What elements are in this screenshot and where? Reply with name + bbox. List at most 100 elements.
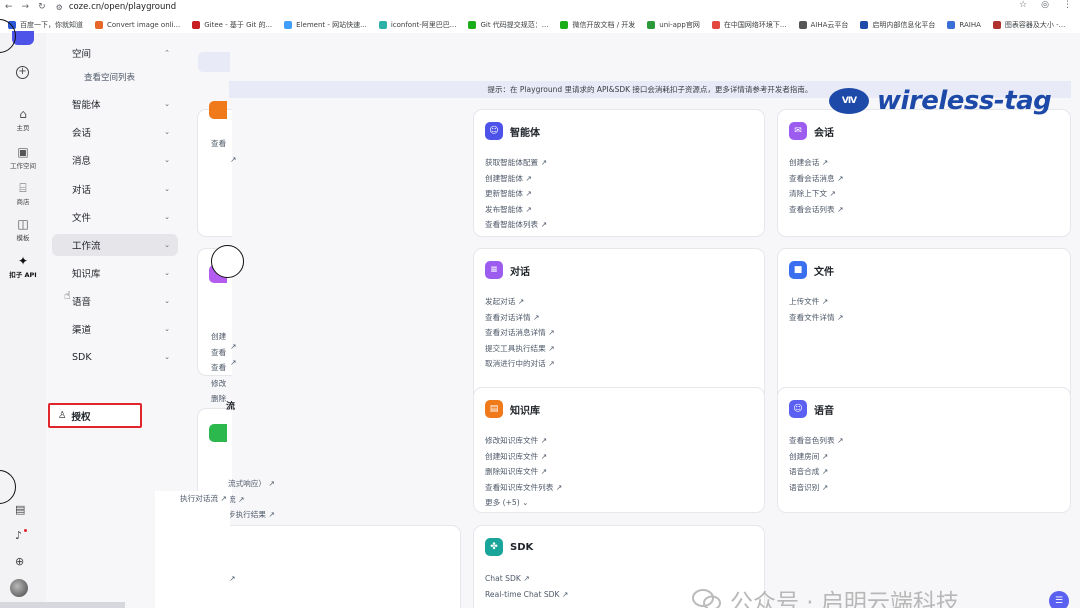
sidebar-item[interactable]: 工作流 ⌄ [52, 234, 178, 256]
more-menu-icon[interactable]: ⋮ [1063, 0, 1072, 10]
card-link[interactable]: 创建房间 ↗ [789, 449, 843, 465]
card-header: ≡ 对话 [485, 261, 530, 279]
card-link[interactable]: 清除上下文 ↗ [789, 186, 843, 202]
card-link[interactable]: 发布智能体 ↗ [485, 202, 547, 218]
profile-icon[interactable]: ◎ [1041, 0, 1049, 10]
bookmark-item[interactable]: Git 代码提交规范：... [468, 20, 548, 30]
card-link[interactable]: 语音识别 ↗ [789, 480, 843, 496]
sidebar-item[interactable]: 会话 ⌄ [52, 121, 178, 143]
card-link[interactable]: 发起对话 ↗ [485, 294, 555, 310]
card-link[interactable]: 查看会话列表 ↗ [789, 202, 843, 218]
bookmark-favicon-icon [284, 20, 293, 29]
card-link-partial[interactable]: 查看 [211, 360, 226, 376]
card-link-partial[interactable]: 修改 [211, 376, 226, 392]
bookmark-favicon-icon [95, 20, 103, 29]
card-link-partial[interactable]: 流式响应） ↗ [228, 476, 275, 492]
card-link-partial[interactable]: ↗ [230, 152, 236, 168]
card-link[interactable]: 更多 (+5) ⌄ [485, 495, 562, 511]
sidebar-item[interactable]: 消息 ⌄ [52, 149, 178, 171]
card-link[interactable]: 更新智能体 ↗ [485, 186, 547, 202]
bookmark-item[interactable]: AIHA云平台 [798, 20, 848, 30]
card-link[interactable]: 删除知识库文件 ↗ [485, 464, 562, 480]
card-link[interactable]: 获取智能体配置 ↗ [485, 155, 547, 171]
card-link-arrow-icon[interactable]: ↗ [230, 355, 236, 371]
sidebar-item[interactable]: 对话 ⌄ [52, 178, 178, 200]
sidebar-item[interactable]: 文件 ⌄ [52, 206, 178, 228]
card-link[interactable]: 查看知识库文件列表 ↗ [485, 480, 562, 496]
card-link[interactable]: 提交工具执行结果 ↗ [485, 341, 555, 357]
sidebar-item-label: 知识库 [72, 269, 101, 280]
card-link-partial[interactable]: 步执行结果 ↗ [228, 507, 275, 523]
card-link-partial[interactable]: 创建 [211, 329, 226, 345]
card-link[interactable]: 查看智能体列表 ↗ [485, 217, 547, 233]
bookmark-item[interactable]: 微信开放文档 / 开发 [560, 20, 635, 30]
bookmark-item[interactable]: uni-app官网 [647, 20, 700, 30]
nav-controls: ← → ↻ [0, 2, 46, 12]
sidebar-item[interactable]: 查看空间列表 [52, 66, 178, 88]
card-link-arrow-icon[interactable]: ↗ [230, 339, 236, 355]
logo-text: wireless-tag [877, 86, 1052, 116]
bookmark-item[interactable]: 启明内部信息化平台 [860, 20, 935, 30]
sidebar-item[interactable]: 智能体 ⌄ [52, 93, 178, 115]
card-link[interactable]: 修改知识库文件 ↗ [485, 433, 562, 449]
card-link[interactable]: 取消进行中的对话 ↗ [485, 356, 555, 372]
bookmark-item[interactable]: 百度一下，你就知道 [8, 20, 83, 30]
back-icon[interactable]: ← [5, 2, 13, 12]
card-link[interactable]: 查看音色列表 ↗ [789, 433, 843, 449]
bookmark-item[interactable]: Gitee - 基于 Git 的... [192, 20, 272, 30]
card-link-partial[interactable]: 查看 [211, 345, 226, 361]
card-link[interactable]: 创建智能体 ↗ [485, 171, 547, 187]
bookmark-item[interactable]: RAIHA [947, 20, 981, 29]
tab-pill[interactable] [198, 52, 230, 72]
url-field[interactable]: coze.cn/open/playground [69, 2, 176, 12]
bookmark-item[interactable]: 在中国网络环境下... [711, 20, 787, 30]
forward-icon[interactable]: → [22, 2, 30, 12]
card-header: ✉ 会话 [789, 122, 834, 140]
chat-help-button[interactable]: ☰ [1049, 591, 1069, 608]
sidebar-item[interactable]: SDK ⌄ [52, 346, 178, 368]
bookmark-item[interactable]: 图表容器及大小 -... [992, 20, 1065, 30]
card-link[interactable]: 语音合成 ↗ [789, 464, 843, 480]
bookmark-item[interactable]: iconfont-阿里巴巴... [378, 20, 456, 30]
card-link[interactable]: 查看对话消息详情 ↗ [485, 325, 555, 341]
rail-item-label: 商店 [16, 198, 30, 206]
sidebar-item[interactable]: 知识库 ⌄ [52, 262, 178, 284]
bookmark-item[interactable]: Element - 网站快速... [284, 20, 367, 30]
card-link-partial[interactable]: 查看 [211, 136, 226, 152]
sidebar-item-auth[interactable]: ♙ 授权 [48, 403, 142, 428]
bookmark-label: 百度一下，你就知道 [20, 20, 83, 29]
card-link-partial[interactable]: 删除 [211, 391, 226, 407]
card-link[interactable]: 查看会话消息 ↗ [789, 171, 843, 187]
notification-bell-icon[interactable]: ♪ [15, 529, 22, 542]
bookmark-star-icon[interactable]: ☆ [1019, 0, 1027, 10]
bookmark-item[interactable]: Convert image onli... [95, 20, 180, 29]
rail-item-terminal[interactable]: ▣ 工作空间 [0, 145, 46, 170]
upload-icon[interactable]: ⊕ [15, 555, 24, 568]
chevron-down-icon: ⌄ [164, 353, 170, 361]
sidebar-item[interactable]: 渠道 ⌄ [52, 318, 178, 340]
bookmark-favicon-icon [947, 20, 956, 29]
card-link[interactable]: 创建会话 ↗ [789, 155, 843, 171]
rail-item-store[interactable]: ⌸ 商店 [0, 181, 46, 206]
card-link[interactable]: 创建知识库文件 ↗ [485, 449, 562, 465]
card-category-icon: ☺ [789, 400, 807, 418]
user-avatar[interactable] [10, 579, 28, 597]
reload-icon[interactable]: ↻ [38, 2, 46, 12]
card-link[interactable]: 查看对话详情 ↗ [485, 310, 555, 326]
card-link[interactable]: 查看文件详情 ↗ [789, 310, 843, 326]
sidebar-item[interactable]: 空间 ⌃ [52, 42, 178, 64]
document-icon[interactable]: ▤ [15, 503, 25, 516]
card-link-run-chatflow[interactable]: 执行对话流 ↗ [180, 491, 227, 507]
rail-item-template[interactable]: ◫ 模板 [0, 217, 46, 242]
create-plus-icon[interactable]: + [16, 66, 29, 79]
card-title: 智能体 [510, 127, 540, 139]
card-link[interactable]: Real-time Chat SDK ↗ [485, 587, 568, 603]
site-info-icon[interactable]: ⚙ [56, 3, 63, 12]
rail-item-home[interactable]: ⌂ 主页 [0, 107, 46, 132]
card-link-partial[interactable]: 流 ↗ [228, 492, 244, 508]
sidebar-item-label: 会话 [72, 128, 92, 139]
card-link[interactable]: Chat SDK ↗ [485, 571, 568, 587]
rail-item-api[interactable]: ✦ 扣子 API [0, 254, 46, 279]
card-link[interactable]: 上传文件 ↗ [789, 294, 843, 310]
sidebar-item[interactable]: 语音 ⌄ [52, 290, 178, 312]
